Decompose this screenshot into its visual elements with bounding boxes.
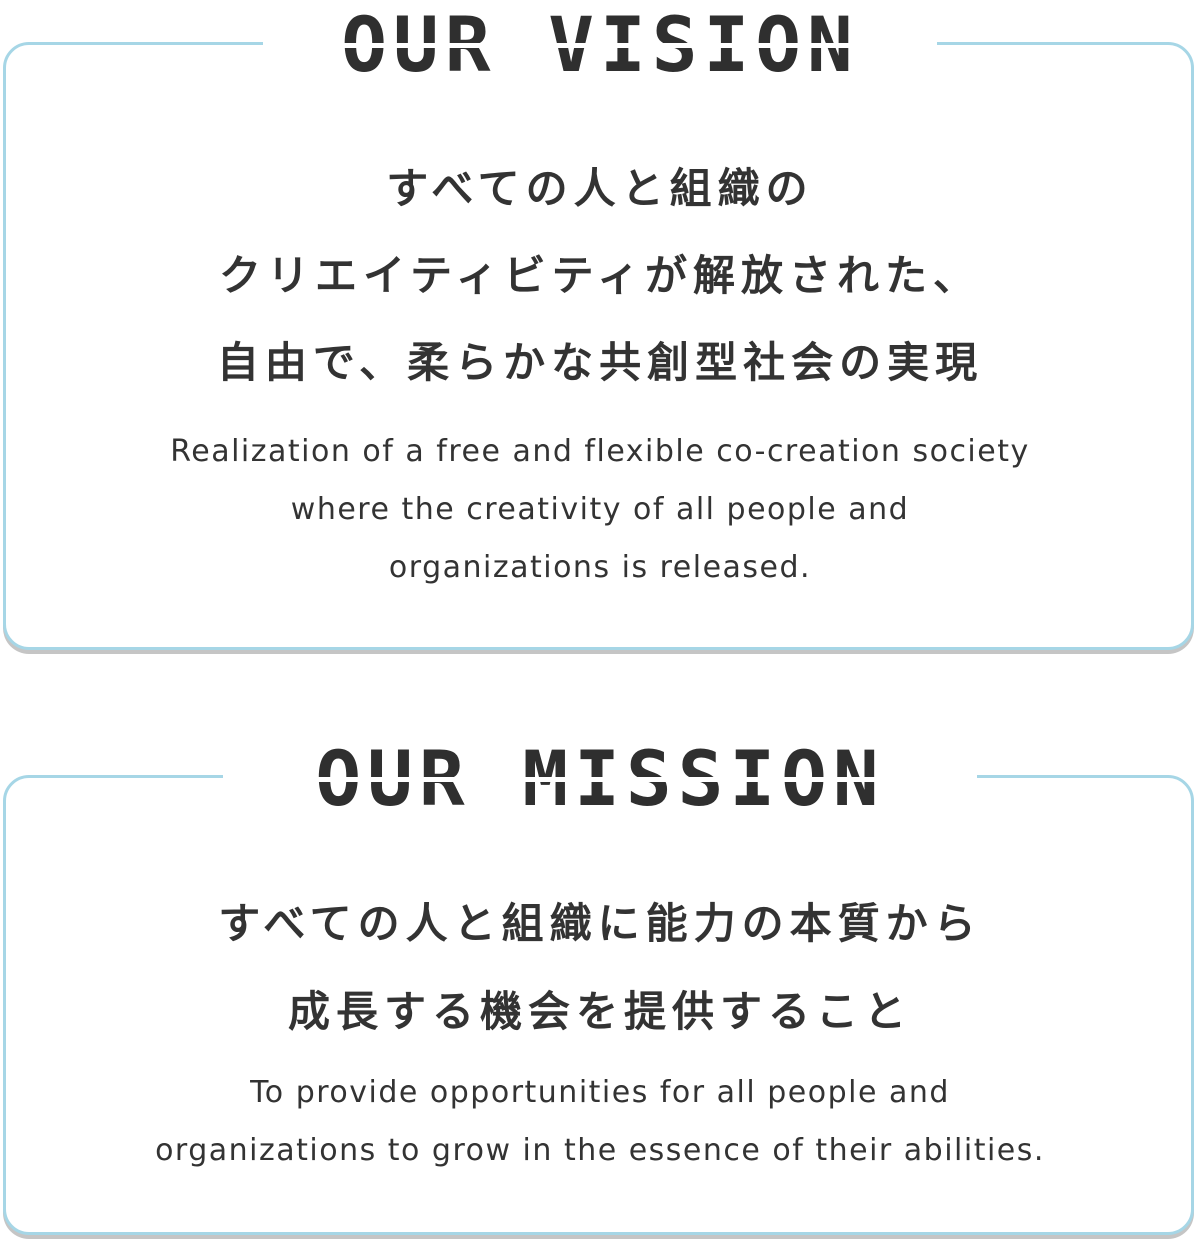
vision-statement-en: Realization of a free and flexible co-cr… [0, 423, 1200, 597]
vision-ja-line: すべての人と組織の [386, 164, 814, 213]
mission-statement-ja: すべての人と組織に能力の本質から 成長する機会を提供すること [0, 880, 1200, 1056]
vision-en-line: organizations is released. [388, 550, 812, 585]
vision-en-line: Realization of a free and flexible co-cr… [170, 434, 1030, 469]
mission-ja-line: 成長する機会を提供すること [287, 987, 912, 1036]
mission-statement-en: To provide opportunities for all people … [0, 1064, 1200, 1180]
vision-ja-line: 自由で、柔らかな共創型社会の実現 [216, 338, 984, 387]
mission-en-line: organizations to grow in the essence of … [155, 1133, 1045, 1168]
vision-en-line: where the creativity of all people and [290, 492, 910, 527]
vision-statement-ja: すべての人と組織の クリエイティビティが解放された、 自由で、柔らかな共創型社会… [0, 145, 1200, 406]
vision-ja-line: クリエイティビティが解放された、 [218, 251, 982, 300]
mission-ja-line: すべての人と組織に能力の本質から [218, 899, 982, 948]
vision-heading: OUR VISION [263, 2, 937, 88]
mission-heading: OUR MISSION [223, 736, 977, 822]
mission-en-line: To provide opportunities for all people … [250, 1075, 950, 1110]
